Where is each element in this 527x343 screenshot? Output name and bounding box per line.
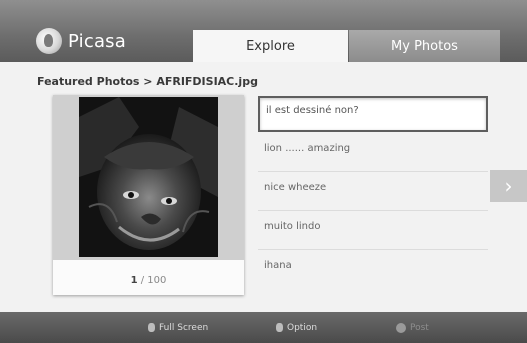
- hint-option[interactable]: Option: [276, 312, 317, 343]
- bottom-bar: Full Screen Option Post: [0, 312, 527, 343]
- remote-key-icon: [148, 323, 155, 332]
- tab-my-photos[interactable]: My Photos: [349, 30, 500, 62]
- next-photo-button[interactable]: ›: [490, 170, 527, 202]
- photo-counter-total: / 100: [140, 275, 167, 286]
- photo-counter-current: 1: [130, 275, 138, 286]
- comment-item[interactable]: ihana: [258, 253, 488, 289]
- hint-full-screen[interactable]: Full Screen: [148, 312, 208, 343]
- hint-post[interactable]: Post: [396, 312, 429, 343]
- logo-text: Picasa: [68, 30, 126, 52]
- photo-frame: [53, 95, 244, 260]
- hint-label: Post: [410, 322, 429, 333]
- chevron-right-icon: ›: [504, 174, 513, 198]
- lion-photo[interactable]: [79, 97, 218, 257]
- breadcrumb: Featured Photos > AFRIFDISIAC.jpg: [37, 75, 258, 88]
- photo-card[interactable]: 1 / 100: [53, 95, 244, 295]
- hint-label: Full Screen: [159, 322, 209, 333]
- comment-item[interactable]: il est dessiné non?: [258, 96, 488, 132]
- remote-key-icon: [276, 323, 283, 332]
- hint-label: Option: [287, 322, 318, 333]
- photo-counter: 1 / 100: [53, 275, 244, 286]
- top-bar: Picasa Explore My Photos: [0, 0, 527, 62]
- comment-item[interactable]: muito lindo: [258, 214, 488, 250]
- comment-item[interactable]: lion ...... amazing: [258, 136, 488, 172]
- picasa-logo-icon: [36, 28, 62, 54]
- picasa-screen: Picasa Explore My Photos Featured Photos…: [0, 0, 527, 343]
- tab-explore[interactable]: Explore: [193, 30, 348, 62]
- lion-image: [79, 97, 218, 257]
- comment-item[interactable]: nice wheeze: [258, 175, 488, 211]
- remote-key-icon: [396, 322, 406, 333]
- picasa-logo: Picasa: [36, 28, 126, 54]
